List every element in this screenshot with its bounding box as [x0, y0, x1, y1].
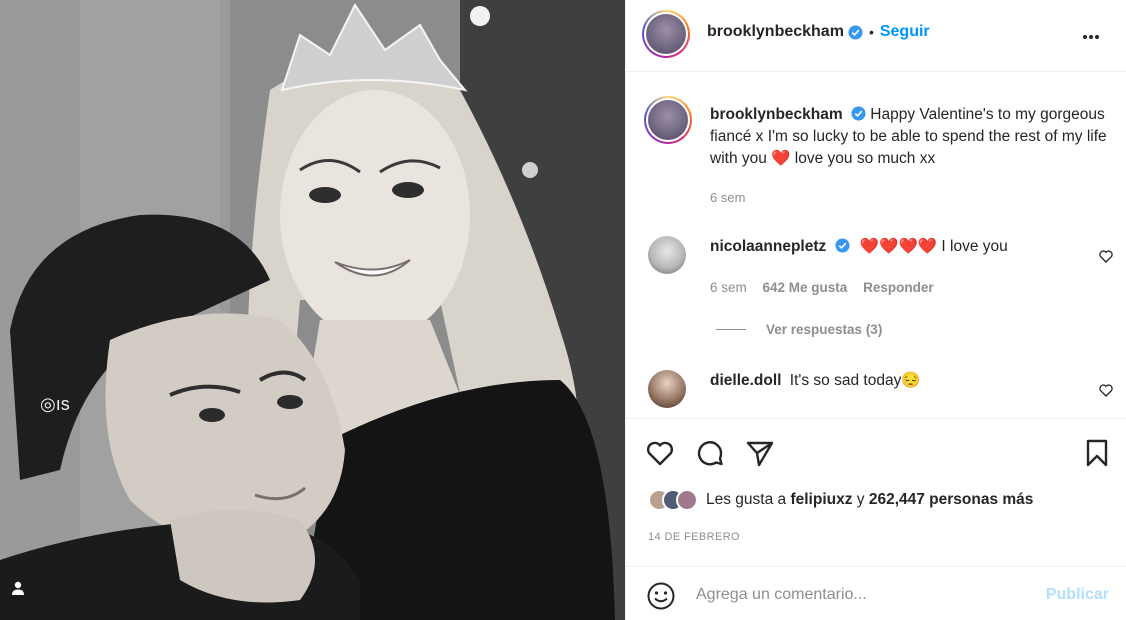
comment-likes[interactable]: 642 Me gusta [763, 280, 848, 295]
share-send-icon[interactable] [744, 437, 776, 469]
comment-meta: 6 sem 642 Me gusta Responder [710, 280, 946, 295]
like-comment-heart-icon[interactable] [1098, 248, 1114, 264]
comment-author[interactable]: dielle.doll [710, 372, 781, 389]
author-username[interactable]: brooklynbeckham [707, 23, 844, 41]
like-heart-icon[interactable] [644, 437, 676, 469]
author-avatar[interactable] [642, 10, 690, 58]
header-author-row: brooklynbeckham • Seguir [707, 23, 930, 41]
liker-username[interactable]: felipiuxz [790, 491, 852, 508]
replies-divider [716, 329, 746, 330]
comment-bubble-icon[interactable] [694, 437, 726, 469]
caption: brooklynbeckham Happy Valentine's to my … [644, 96, 1114, 206]
hearts-emoji: ❤️❤️❤️❤️ [859, 238, 938, 255]
comment-body: dielle.doll It's so sad today😔 [710, 370, 921, 392]
sad-emoji: 😔 [901, 372, 921, 389]
commenter-avatar[interactable] [648, 370, 686, 408]
caption-time[interactable]: 6 sem [710, 190, 745, 205]
caption-text: brooklynbeckham Happy Valentine's to my … [710, 104, 1110, 170]
separator-dot: • [868, 24, 874, 40]
post-photo[interactable]: ◎ıs [0, 0, 625, 620]
comment-input[interactable] [696, 581, 1026, 609]
tagged-users-button[interactable] [10, 580, 44, 614]
comment-text: I love you [937, 238, 1008, 255]
post-side-panel: brooklynbeckham • Seguir brooklynbeckham… [625, 0, 1126, 620]
photo-illustration: ◎ıs [0, 0, 625, 620]
more-options-icon[interactable] [1083, 26, 1105, 44]
post-date[interactable]: 14 DE FEBRERO [648, 531, 740, 543]
user-icon [12, 581, 24, 595]
liker-avatar [676, 489, 698, 511]
comment-author[interactable]: nicolaannepletz [710, 238, 826, 255]
add-comment-bar: Publicar [626, 566, 1126, 620]
caption-author-avatar[interactable] [644, 96, 692, 144]
comment-item: dielle.doll It's so sad today😔 [644, 370, 1114, 414]
caption-body-b: love you so much xx [790, 150, 936, 167]
follow-button[interactable]: Seguir [880, 23, 930, 41]
verified-badge-icon [851, 106, 866, 121]
comment-item: nicolaannepletz ❤️❤️❤️❤️ I love you 6 se… [644, 236, 1114, 316]
verified-badge-icon [848, 24, 863, 40]
verified-badge-icon [835, 238, 850, 253]
view-replies-button[interactable]: Ver respuestas (3) [716, 322, 882, 337]
reply-button[interactable]: Responder [863, 280, 934, 295]
heart-emoji: ❤️ [771, 150, 791, 167]
likes-count[interactable]: 262,447 personas más [869, 491, 1034, 508]
commenter-avatar[interactable] [648, 236, 686, 274]
comment-body: nicolaannepletz ❤️❤️❤️❤️ I love you [710, 236, 1008, 258]
likes-prefix: Les gusta a [706, 491, 791, 508]
caption-author[interactable]: brooklynbeckham [710, 106, 843, 123]
comment-text: It's so sad today [789, 372, 902, 389]
likes-summary: Les gusta a felipiuxz y 262,447 personas… [648, 489, 1033, 511]
publish-button[interactable]: Publicar [1046, 586, 1109, 604]
view-replies-label: Ver respuestas (3) [766, 322, 883, 337]
comment-time[interactable]: 6 sem [710, 280, 747, 295]
svg-text:◎ıs: ◎ıs [40, 394, 70, 414]
likes-middle: y [852, 491, 869, 508]
emoji-smiley-icon[interactable] [646, 581, 676, 611]
save-bookmark-icon[interactable] [1081, 437, 1113, 469]
like-comment-heart-icon[interactable] [1098, 382, 1114, 398]
likes-text: Les gusta a felipiuxz y 262,447 personas… [706, 491, 1033, 509]
post-header: brooklynbeckham • Seguir [626, 0, 1126, 72]
action-bar: Les gusta a felipiuxz y 262,447 personas… [626, 418, 1126, 566]
